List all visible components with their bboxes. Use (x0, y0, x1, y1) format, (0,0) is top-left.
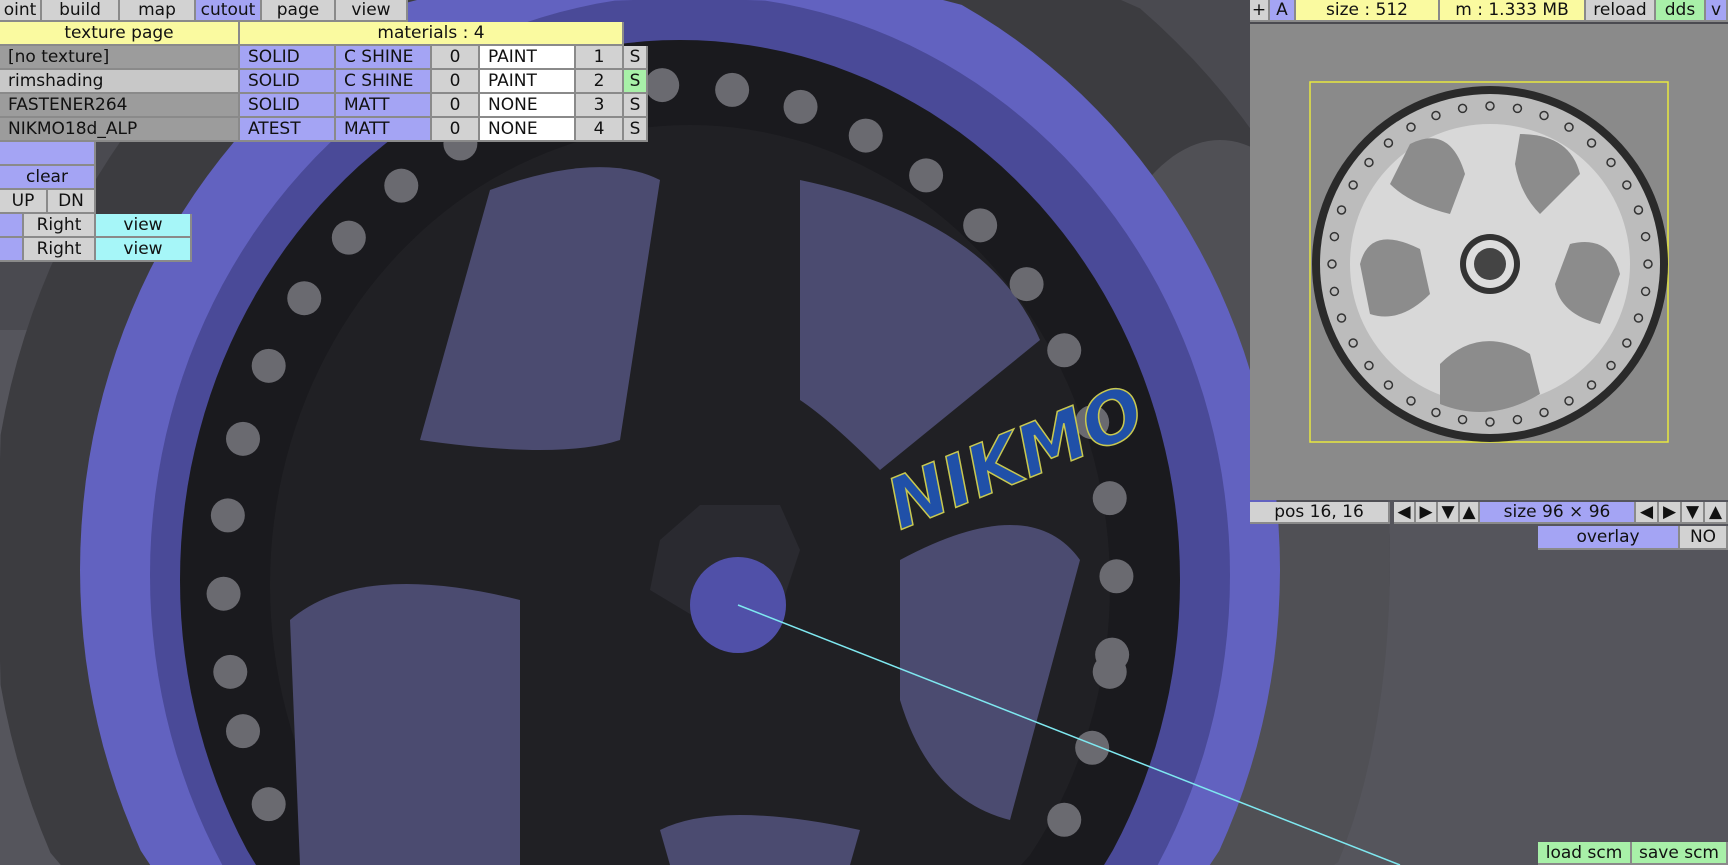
bolt (213, 654, 248, 689)
bolt (1092, 481, 1127, 516)
material-val-cell[interactable]: 0 (432, 70, 480, 94)
bolt (331, 220, 366, 255)
texture-page-header: texture page (0, 22, 240, 46)
material-type-cell[interactable]: PAINT (480, 70, 576, 94)
bolt (715, 72, 750, 107)
material-num-cell[interactable]: 1 (576, 46, 624, 70)
pos-right-arrow[interactable]: ▶ (1416, 502, 1438, 524)
bolt (210, 498, 245, 533)
material-type-cell[interactable]: NONE (480, 94, 576, 118)
tab-view[interactable]: view (336, 0, 408, 22)
tab-page[interactable]: page (262, 0, 336, 22)
material-s-cell[interactable]: S (624, 118, 648, 142)
pos-down-arrow[interactable]: ▼ (1438, 502, 1460, 524)
bolt (1009, 267, 1044, 302)
v-button[interactable]: v (1706, 0, 1728, 22)
swatch[interactable] (0, 214, 24, 238)
pos-readout: pos 16, 16 (1250, 502, 1390, 524)
material-mode-cell[interactable]: SOLID (240, 46, 336, 70)
material-type-cell[interactable]: PAINT (480, 46, 576, 70)
material-s-cell[interactable]: S (624, 46, 648, 70)
bolt (251, 787, 286, 822)
material-shine-cell[interactable]: MATT (336, 118, 432, 142)
material-num-cell[interactable]: 3 (576, 94, 624, 118)
size-right-arrow[interactable]: ▶ (1659, 502, 1682, 524)
plus-button[interactable]: + (1250, 0, 1270, 22)
size-left-arrow[interactable]: ◀ (1636, 502, 1659, 524)
bolt (848, 118, 883, 153)
tab-build[interactable]: build (42, 0, 120, 22)
view-button[interactable]: view (96, 214, 192, 238)
load-scm-button[interactable]: load scm (1538, 842, 1632, 865)
texture-size: size : 512 (1296, 0, 1440, 22)
material-shine-cell[interactable]: C SHINE (336, 70, 432, 94)
swatch[interactable] (0, 238, 24, 262)
tab-point[interactable]: oint (0, 0, 42, 22)
material-name-cell[interactable]: FASTENER264 (0, 94, 240, 118)
material-name-cell[interactable]: NIKMO18d_ALP (0, 118, 240, 142)
overlay-label[interactable]: overlay (1538, 526, 1680, 550)
reload-button[interactable]: reload (1586, 0, 1656, 22)
tab-map[interactable]: map (120, 0, 196, 22)
tile-size-readout: size 96 × 96 (1480, 502, 1636, 524)
material-shine-cell[interactable]: C SHINE (336, 46, 432, 70)
material-name-cell[interactable]: rimshading (0, 70, 240, 94)
bolt (783, 89, 818, 124)
material-mode-cell[interactable]: SOLID (240, 94, 336, 118)
bolt (287, 281, 322, 316)
material-val-cell[interactable]: 0 (432, 94, 480, 118)
dn-button[interactable]: DN (48, 190, 96, 214)
bolt (645, 68, 680, 103)
texture-preview[interactable] (1250, 24, 1728, 500)
bolt (206, 576, 241, 611)
material-num-cell[interactable]: 2 (576, 70, 624, 94)
bolt (1099, 559, 1134, 594)
size-down-arrow[interactable]: ▼ (1682, 502, 1705, 524)
bolt (226, 714, 261, 749)
material-val-cell[interactable]: 0 (432, 46, 480, 70)
bolt (1075, 730, 1110, 765)
material-s-cell[interactable]: S (624, 94, 648, 118)
bolt (1047, 802, 1082, 837)
a-button[interactable]: A (1270, 0, 1296, 22)
bolt (1092, 654, 1127, 689)
pos-up-arrow[interactable]: ▲ (1460, 502, 1480, 524)
material-name-cell[interactable]: [no texture] (0, 46, 240, 70)
materials-header: materials : 4 (240, 22, 624, 46)
overlay-toggle[interactable]: NO (1680, 526, 1728, 550)
material-shine-cell[interactable]: MATT (336, 94, 432, 118)
bolt (384, 168, 419, 203)
tab-cutout[interactable]: cutout (196, 0, 262, 22)
material-num-cell[interactable]: 4 (576, 118, 624, 142)
bolt (251, 348, 286, 383)
save-scm-button[interactable]: save scm (1632, 842, 1728, 865)
dds-button[interactable]: dds (1656, 0, 1706, 22)
material-mode-cell[interactable]: ATEST (240, 118, 336, 142)
blank-button[interactable] (0, 142, 96, 166)
clear-button[interactable]: clear (0, 166, 96, 190)
bolt (963, 208, 998, 243)
material-s-cell[interactable]: S (624, 70, 648, 94)
texture-memory: m : 1.333 MB (1440, 0, 1586, 22)
pos-left-arrow[interactable]: ◀ (1394, 502, 1416, 524)
direction-label[interactable]: Right (24, 238, 96, 262)
bolt (909, 158, 944, 193)
view-button[interactable]: view (96, 238, 192, 262)
direction-label[interactable]: Right (24, 214, 96, 238)
up-button[interactable]: UP (0, 190, 48, 214)
bolt (1047, 333, 1082, 368)
material-mode-cell[interactable]: SOLID (240, 70, 336, 94)
material-val-cell[interactable]: 0 (432, 118, 480, 142)
size-up-arrow[interactable]: ▲ (1705, 502, 1728, 524)
bolt (226, 421, 261, 456)
material-type-cell[interactable]: NONE (480, 118, 576, 142)
